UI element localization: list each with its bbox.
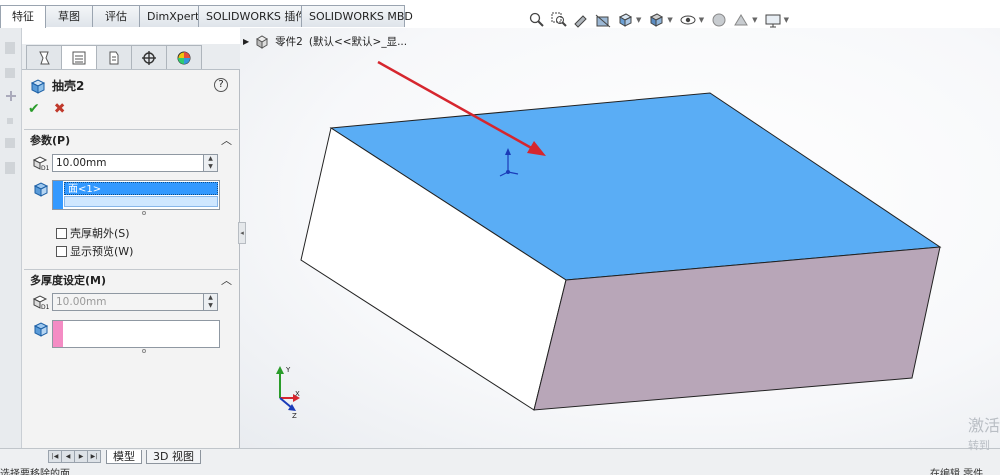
- configuration-manager-tab[interactable]: [96, 45, 132, 69]
- shell-outward-checkbox[interactable]: 壳厚朝外(S): [56, 225, 130, 241]
- zoom-area-icon[interactable]: [550, 11, 568, 29]
- selection-empty-slot[interactable]: [64, 196, 218, 207]
- show-preview-checkbox[interactable]: 显示预览(W): [56, 243, 133, 259]
- svg-text:Y: Y: [285, 366, 291, 374]
- chevron-up-icon[interactable]: ︿: [221, 272, 232, 288]
- display-style-icon[interactable]: [647, 11, 665, 29]
- reference-triad-icon: Y X Z: [276, 366, 300, 420]
- parameters-title: 参数(P): [30, 133, 71, 147]
- feature-tree-icon: [39, 51, 50, 64]
- heads-up-view-toolbar: ▼ ▼ ▼ ▼ ▼: [528, 9, 791, 31]
- previous-view-icon[interactable]: [572, 11, 590, 29]
- selection-color-swatch: [53, 181, 63, 209]
- tab-features[interactable]: 特征: [0, 5, 46, 28]
- tab-dimxpert[interactable]: DimXpert: [139, 5, 199, 27]
- svg-text:D1: D1: [41, 304, 50, 310]
- faces-to-remove-row: 面<1>: [30, 180, 220, 210]
- tab-model[interactable]: 模型: [106, 450, 142, 464]
- part-name[interactable]: 零件2: [275, 34, 303, 49]
- svg-text:D1: D1: [41, 165, 50, 171]
- parameters-group-header[interactable]: 参数(P) ︿: [24, 129, 238, 149]
- view-settings-icon[interactable]: [764, 11, 782, 29]
- face-select-icon: [30, 180, 52, 198]
- checkbox-box[interactable]: [56, 245, 67, 257]
- show-preview-label: 显示预览(W): [70, 245, 134, 258]
- configuration-name: (默认<<默认>_显...: [308, 36, 408, 48]
- multi-thickness-title: 多厚度设定(M): [30, 273, 107, 287]
- property-manager-tab[interactable]: [61, 45, 97, 69]
- configuration-icon: [109, 51, 119, 64]
- faces-to-remove-list[interactable]: 面<1>: [52, 180, 220, 210]
- thickness-icon: D1: [30, 293, 52, 311]
- resize-handle[interactable]: [142, 211, 146, 215]
- shell-outward-label: 壳厚朝外(S): [70, 227, 130, 240]
- property-list-icon: [72, 51, 86, 64]
- thickness-spinner[interactable]: ▲ ▼: [204, 154, 218, 172]
- selected-face-item[interactable]: 面<1>: [64, 182, 218, 195]
- first-tab-button[interactable]: |◀: [48, 450, 62, 463]
- multi-thickness-input[interactable]: 10.00mm: [52, 293, 204, 311]
- status-message: 选择要移除的面: [0, 469, 70, 475]
- expand-arrow-icon[interactable]: ▶: [243, 37, 249, 46]
- feature-title: 抽壳2: [30, 77, 84, 94]
- hide-show-icon[interactable]: [679, 11, 697, 29]
- cancel-button[interactable]: ✖: [54, 101, 66, 117]
- thickness-icon: D1: [30, 154, 52, 172]
- multi-thickness-color-swatch: [53, 321, 63, 347]
- panel-tabs: [22, 44, 240, 70]
- tab-addins[interactable]: SOLIDWORKS 插件: [198, 5, 306, 27]
- help-button[interactable]: ?: [214, 78, 228, 92]
- tab-sketch[interactable]: 草图: [45, 5, 93, 27]
- activation-watermark: 激活 转到: [968, 416, 1000, 456]
- shell-feature-icon: [30, 78, 46, 94]
- display-manager-icon: [177, 51, 191, 64]
- part-icon: [256, 34, 269, 49]
- section-view-icon[interactable]: [594, 11, 612, 29]
- tab-navigation: |◀ ◀ ▶ ▶|: [48, 450, 101, 463]
- panel-collapse-handle[interactable]: ◂: [238, 222, 246, 244]
- command-manager-tabs: 特征 草图 评估 DimXpert SOLIDWORKS 插件 SOLIDWOR…: [0, 5, 413, 28]
- watermark-line-2: 转到: [968, 439, 990, 452]
- resize-handle[interactable]: [142, 349, 146, 353]
- chevron-up-icon[interactable]: ︿: [221, 132, 232, 148]
- scene-icon[interactable]: [732, 11, 750, 29]
- left-toolbar-strip: [0, 28, 22, 448]
- view-orientation-icon[interactable]: [616, 11, 634, 29]
- feature-manager-tab[interactable]: [26, 45, 62, 69]
- prev-tab-button[interactable]: ◀: [61, 450, 75, 463]
- multi-thickness-faces-row: [30, 320, 220, 348]
- dimxpert-manager-tab[interactable]: [131, 45, 167, 69]
- checkbox-box[interactable]: [56, 227, 67, 239]
- multi-thickness-faces-list[interactable]: [52, 320, 220, 348]
- edit-appearance-icon[interactable]: [710, 11, 728, 29]
- tab-evaluate[interactable]: 评估: [92, 5, 140, 27]
- display-manager-tab[interactable]: [166, 45, 202, 69]
- crosshair-icon: [142, 50, 156, 65]
- multi-thickness-row: D1 10.00mm ▲ ▼: [30, 293, 218, 311]
- svg-text:Z: Z: [292, 412, 297, 420]
- thickness-row: D1 10.00mm ▲ ▼: [30, 154, 218, 172]
- next-tab-button[interactable]: ▶: [74, 450, 88, 463]
- watermark-line-1: 激活: [968, 416, 1000, 435]
- multi-thickness-group-header[interactable]: 多厚度设定(M) ︿: [24, 269, 238, 289]
- svg-text:X: X: [295, 390, 300, 398]
- tab-mbd[interactable]: SOLIDWORKS MBD: [301, 5, 413, 27]
- zoom-fit-icon[interactable]: [528, 11, 546, 29]
- feature-name: 抽壳2: [52, 79, 85, 93]
- status-editing: 在编辑 零件: [930, 469, 984, 475]
- multi-thickness-spinner[interactable]: ▲ ▼: [204, 293, 218, 311]
- tab-3d-view[interactable]: 3D 视图: [146, 450, 201, 464]
- ok-button[interactable]: ✔: [28, 101, 40, 117]
- ok-cancel-row: ✔ ✖: [28, 101, 65, 117]
- thickness-input[interactable]: 10.00mm: [52, 154, 204, 172]
- face-select-icon: [30, 320, 52, 338]
- feature-tree-flyout[interactable]: ▶ 零件2 (默认<<默认>_显...: [243, 34, 407, 49]
- last-tab-button[interactable]: ▶|: [87, 450, 101, 463]
